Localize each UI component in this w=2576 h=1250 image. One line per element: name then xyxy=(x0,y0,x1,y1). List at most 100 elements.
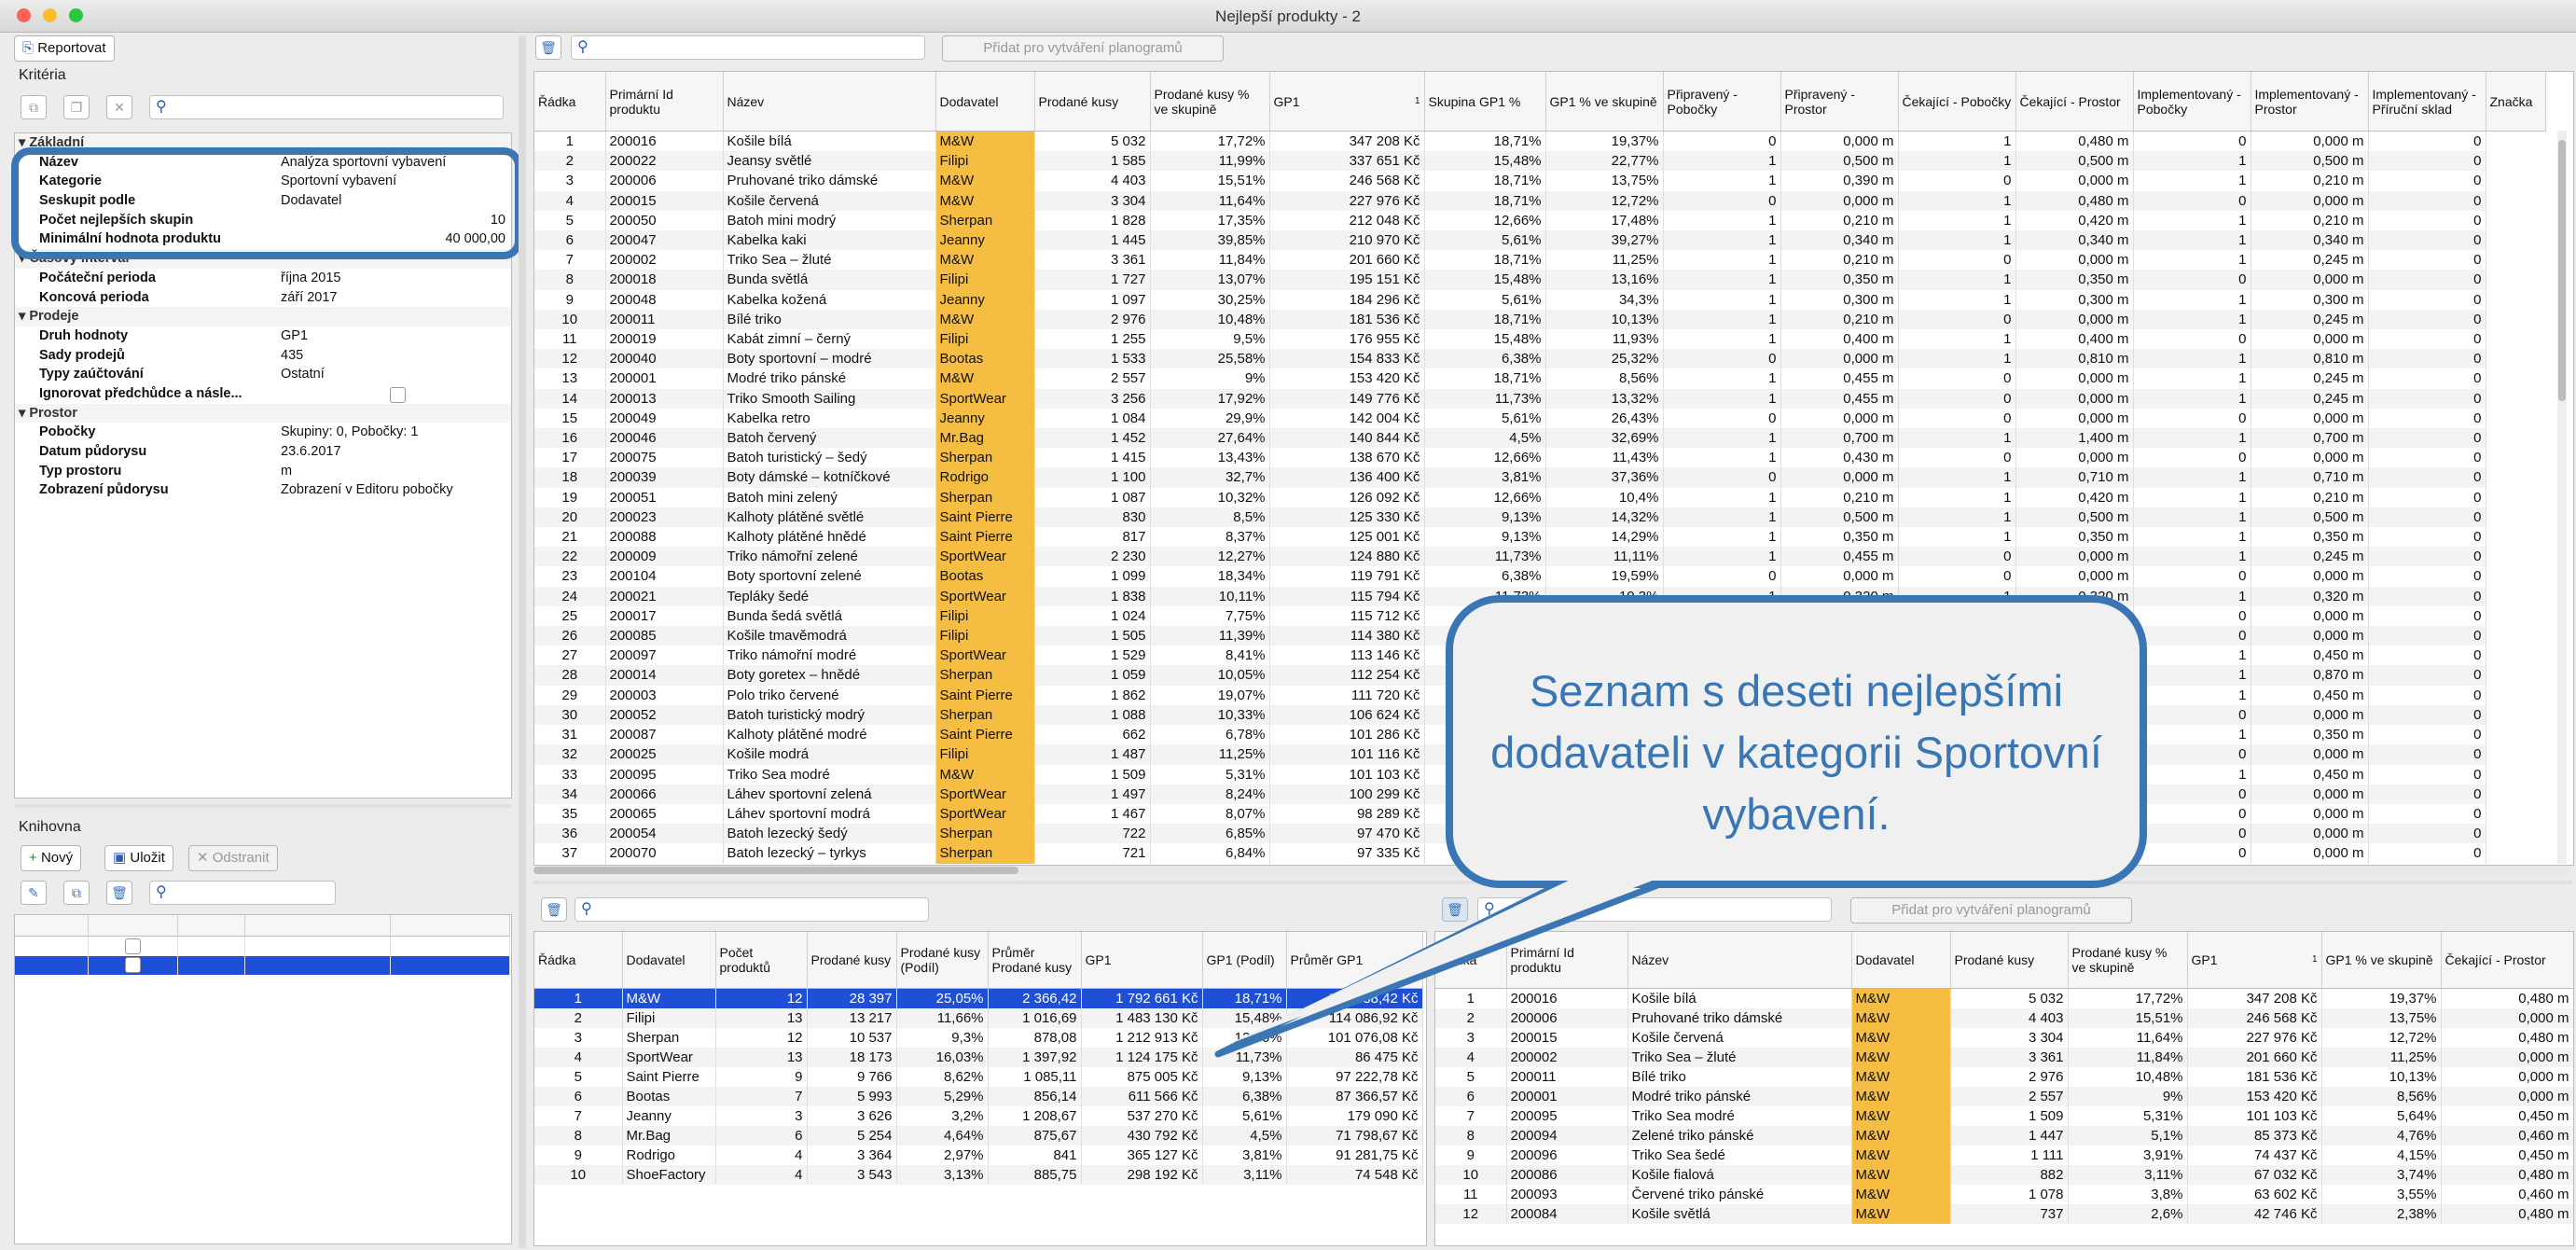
criteria-row[interactable]: Počáteční perioda října 2015 xyxy=(15,269,511,288)
column-header[interactable]: GP1 % ve skupině xyxy=(2321,932,2442,989)
table-row[interactable]: 10 200011 Bílé triko M&W 2 976 10,48% 181 536 … xyxy=(534,309,2545,330)
table-row[interactable]: 5 200050 Batoh mini modrý Sherpan 1 828 17,35… xyxy=(534,210,2545,231)
table-row[interactable]: 14 200013 Triko Smooth Sailing SportWear 3 2… xyxy=(534,388,2545,409)
table-row[interactable] xyxy=(15,936,510,956)
table-row[interactable]: 23 200104 Boty sportovní zelené Bootas 1 099… xyxy=(534,566,2545,587)
column-header[interactable]: Dodavatel xyxy=(1851,932,1951,989)
table-row[interactable]: 1 200016 Košile bílá M&W 5 032 17,72% 347 208 … xyxy=(1435,988,2573,1008)
column-header[interactable]: Primární Id produktu xyxy=(1506,932,1628,989)
table-row[interactable]: 11 200019 Kabát zimní – černý Filipi 1 255 9,… xyxy=(534,329,2545,350)
remove-button[interactable]: ✕ Odstranit xyxy=(188,845,278,871)
column-header[interactable]: Skupina GP1 % xyxy=(1424,72,1546,132)
table-row[interactable]: 5 200011 Bílé triko M&W 2 976 10,48% 181 536 K… xyxy=(1435,1067,2573,1087)
column-header[interactable]: GP1 (Podíl) xyxy=(1202,932,1287,989)
paste-icon[interactable]: ❐ xyxy=(63,95,90,119)
column-header[interactable]: Řádka xyxy=(534,932,623,989)
table-row[interactable]: 12 200084 Košile světlá M&W 737 2,6% 42 746 Kč… xyxy=(1435,1204,2573,1224)
column-header[interactable]: Prodané kusy (Podíl) xyxy=(896,932,989,989)
column-header[interactable] xyxy=(15,915,89,937)
library-table[interactable] xyxy=(14,914,512,1244)
suppliers-table[interactable]: Řádka Dodavatel Počet produktů Prodané kusy… xyxy=(533,931,1427,1246)
table-row[interactable]: 10 200086 Košile fialová M&W 882 3,11% 67 032 … xyxy=(1435,1165,2573,1185)
table-row[interactable]: 1 200016 Košile bílá M&W 5 032 17,72% 347 208 … xyxy=(534,131,2545,152)
criteria-row[interactable]: Typ prostoru m xyxy=(15,462,511,481)
table-row[interactable]: 13 200001 Modré triko pánské M&W 2 557 9% 153 … xyxy=(534,368,2545,389)
column-header[interactable]: Čekající - Prostor xyxy=(2441,932,2573,989)
column-header[interactable]: GP1 1 xyxy=(1269,72,1425,132)
column-header[interactable] xyxy=(177,915,245,937)
save-button[interactable]: ▣ Uložit xyxy=(104,845,173,871)
column-header[interactable]: Značka xyxy=(2486,72,2546,132)
column-header[interactable]: Řádka xyxy=(1435,932,1507,989)
library-search-input[interactable] xyxy=(174,883,347,904)
report-button[interactable]: ⎘ Reportovat xyxy=(14,35,115,62)
criteria-row[interactable]: Druh hodnoty GP1 xyxy=(15,326,511,346)
column-header[interactable]: Čekající - Pobočky xyxy=(1898,72,2016,132)
table-row[interactable]: 2 200006 Pruhované triko dámské M&W 4 403 15,… xyxy=(1435,1008,2573,1028)
table-row[interactable]: 7 Jeanny 3 3 626 3,2% 1 208,67 537 270 Kč 5,61%… xyxy=(534,1106,1423,1126)
criteria-search[interactable]: ⚲ xyxy=(149,95,504,119)
criteria-value[interactable]: 435 xyxy=(281,346,506,366)
table-row[interactable]: 16 200046 Batoh červený Mr.Bag 1 452 27,64% 14… xyxy=(534,428,2545,449)
column-header[interactable]: Implementovaný - Prostor xyxy=(2251,72,2369,132)
criteria-value[interactable]: Ostatní xyxy=(281,365,506,384)
add-planogram-button-2[interactable]: Přidat pro vytváření planogramů xyxy=(1850,897,2132,924)
trash-icon[interactable]: 🗑 xyxy=(535,35,561,60)
column-header[interactable]: Průměr GP1 xyxy=(1286,932,1423,989)
column-header[interactable]: Název xyxy=(723,72,936,132)
table-row[interactable]: 17 200075 Batoh turistický – šedý Sherpan 1 … xyxy=(534,448,2545,468)
column-header[interactable]: Implementovaný - Příruční sklad xyxy=(2368,72,2486,132)
edit-icon[interactable]: ✎ xyxy=(21,881,47,905)
products-vscrollbar[interactable] xyxy=(2557,131,2567,864)
table-row[interactable]: 11 200093 Červené triko pánské M&W 1 078 3,8%… xyxy=(1435,1185,2573,1204)
column-header[interactable]: GP1 1 xyxy=(2187,932,2322,989)
criteria-section-header[interactable]: ▾ Prodeje xyxy=(15,307,511,326)
products-search[interactable]: ⚲ xyxy=(571,35,925,60)
trash-icon[interactable]: 🗑 xyxy=(106,881,132,905)
table-row[interactable]: 18 200039 Boty dámské – kotníčkové Rodrigo 1… xyxy=(534,467,2545,488)
table-row[interactable]: 10 ShoeFactory 4 3 543 3,13% 885,75 298 192 Kč… xyxy=(534,1165,1423,1185)
table-row[interactable]: 8 Mr.Bag 6 5 254 4,64% 875,67 430 792 Kč 4,5% 71… xyxy=(534,1126,1423,1146)
table-row[interactable]: 9 200096 Triko Sea šedé M&W 1 111 3,91% 74 437… xyxy=(1435,1146,2573,1165)
column-header[interactable]: Počet produktů xyxy=(715,932,808,989)
criteria-row[interactable]: Datum půdorysu 23.6.2017 xyxy=(15,442,511,462)
criteria-checkbox[interactable] xyxy=(390,386,406,403)
add-planogram-button[interactable]: Přidat pro vytváření planogramů xyxy=(942,35,1224,62)
table-row[interactable]: 21 200088 Kalhoty plátěné hnědé Saint Pierr… xyxy=(534,527,2545,548)
new-button[interactable]: + Nový xyxy=(21,845,82,871)
criteria-row[interactable]: Zobrazení půdorysu Zobrazení v Editoru po… xyxy=(15,480,511,500)
column-header[interactable]: GP1 % ve skupině xyxy=(1545,72,1664,132)
table-row[interactable]: 3 200006 Pruhované triko dámské M&W 4 403 15,… xyxy=(534,171,2545,191)
table-row[interactable]: 6 200001 Modré triko pánské M&W 2 557 9% 153 4… xyxy=(1435,1087,2573,1106)
products-search-input[interactable] xyxy=(596,38,769,59)
column-header[interactable]: Prodané kusy % ve skupině xyxy=(1150,72,1270,132)
table-row[interactable]: 15 200049 Kabelka retro Jeanny 1 084 29,9% 142… xyxy=(534,408,2545,429)
column-header[interactable]: Připravený - Prostor xyxy=(1780,72,1899,132)
supplier-products-table[interactable]: Řádka Primární Id produktu Název Dodavatel P… xyxy=(1434,931,2574,1246)
column-header[interactable] xyxy=(88,915,178,937)
criteria-value[interactable]: Skupiny: 0, Pobočky: 1 xyxy=(281,423,506,442)
criteria-value[interactable]: Zobrazení v Editoru pobočky xyxy=(281,480,506,500)
table-row[interactable]: 4 200002 Triko Sea – žluté M&W 3 361 11,84% 20… xyxy=(1435,1048,2573,1067)
criteria-search-input[interactable] xyxy=(174,98,347,118)
table-row[interactable]: 2 200022 Jeansy světlé Filipi 1 585 11,99% 337… xyxy=(534,151,2545,172)
criteria-row[interactable]: Sady prodejů 435 xyxy=(15,346,511,366)
criteria-value[interactable]: září 2017 xyxy=(281,288,506,308)
table-row[interactable]: 6 200047 Kabelka kaki Jeanny 1 445 39,85% 210 … xyxy=(534,230,2545,251)
column-header[interactable]: Primární Id produktu xyxy=(605,72,724,132)
row-checkbox[interactable] xyxy=(124,938,141,954)
table-row[interactable]: 7 200002 Triko Sea – žluté M&W 3 361 11,84% 20… xyxy=(534,250,2545,271)
criteria-value[interactable]: m xyxy=(281,462,506,481)
library-search[interactable]: ⚲ xyxy=(149,881,347,905)
column-header[interactable]: Dodavatel xyxy=(935,72,1035,132)
criteria-row[interactable]: Ignorovat předchůdce a násle... xyxy=(15,384,511,404)
table-row[interactable]: 20 200023 Kalhoty plátěné světlé Saint Pier… xyxy=(534,507,2545,528)
table-row[interactable] xyxy=(15,955,510,975)
suppliers-search[interactable]: ⚲ xyxy=(575,897,929,922)
column-header[interactable]: Prodané kusy xyxy=(807,932,897,989)
column-header[interactable]: Dodavatel xyxy=(622,932,716,989)
column-header[interactable]: Implementovaný - Pobočky xyxy=(2133,72,2251,132)
suppliers-search-input[interactable] xyxy=(600,900,772,921)
clear-icon[interactable]: ✕ xyxy=(106,95,132,119)
criteria-value[interactable]: října 2015 xyxy=(281,269,506,288)
